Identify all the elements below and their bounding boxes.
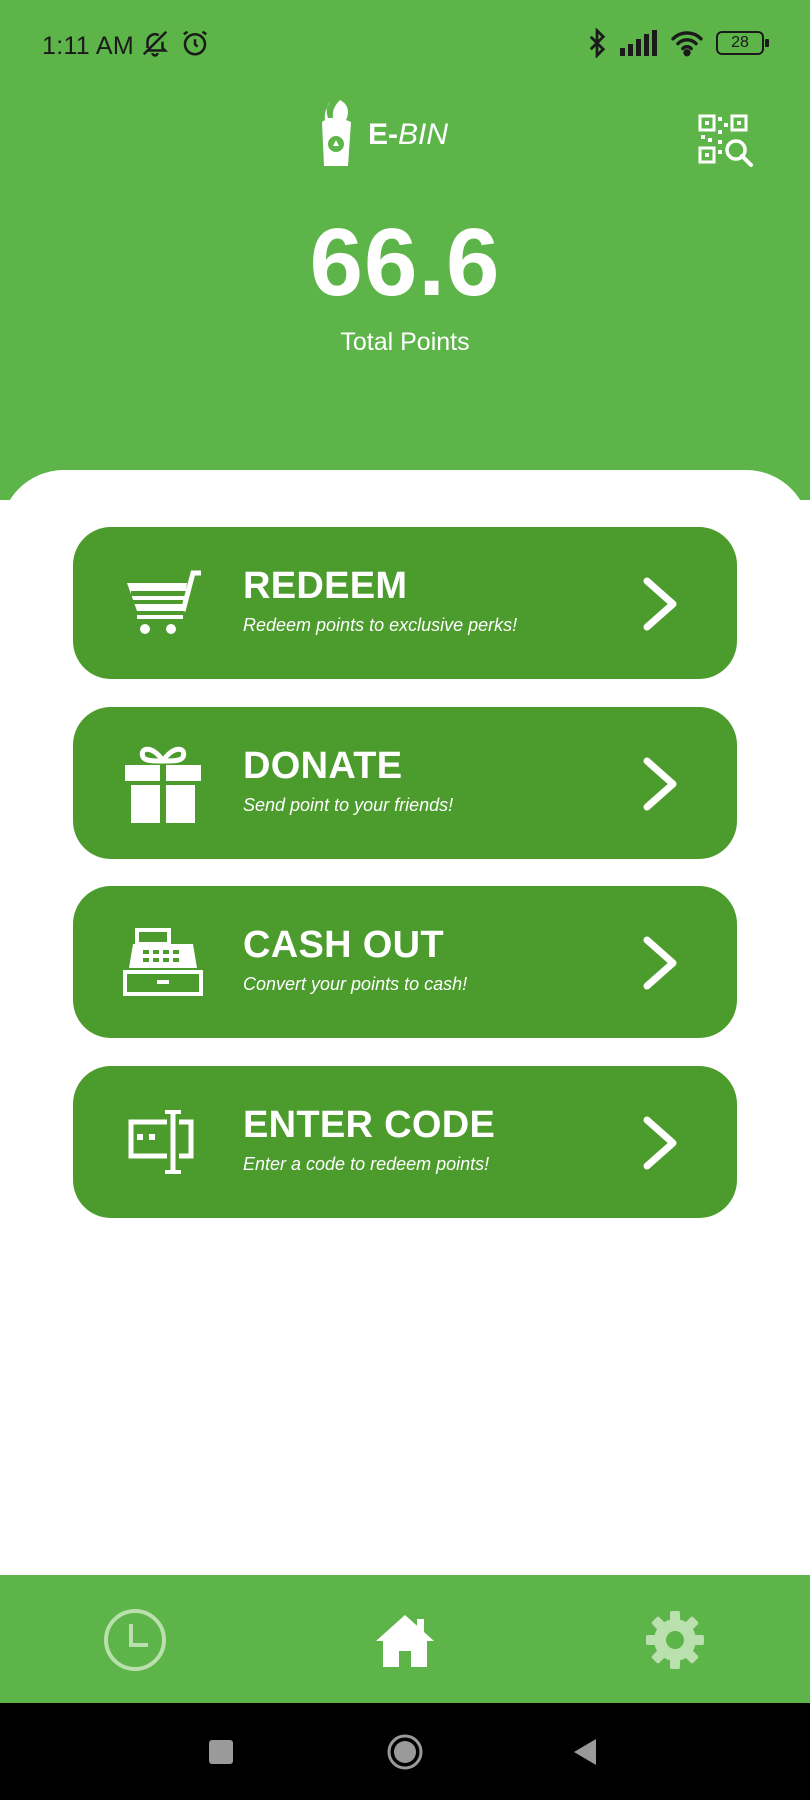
recycle-bin-logo-icon	[322, 100, 351, 166]
total-points-label: Total Points	[340, 328, 470, 356]
logo-text-bold: E-	[368, 118, 398, 151]
enter-code-title: ENTER CODE	[243, 1104, 496, 1146]
signal-icon	[620, 30, 657, 56]
code-entry-icon	[128, 1110, 194, 1174]
battery-icon: 28	[716, 31, 769, 55]
cash-register-icon	[123, 928, 203, 996]
donate-button[interactable]: DONATE Send point to your friends!	[73, 707, 737, 859]
donate-subtitle: Send point to your friends!	[243, 795, 454, 815]
system-navigation-bar	[0, 1703, 810, 1800]
cart-icon	[127, 570, 201, 634]
wifi-icon	[671, 31, 703, 57]
redeem-title: REDEEM	[243, 565, 408, 607]
settings-gear-icon[interactable]	[640, 1605, 710, 1675]
logo-text-italic: BIN	[398, 118, 449, 151]
chevron-right-icon	[643, 757, 677, 811]
chevron-right-icon	[643, 936, 677, 990]
enter-code-subtitle: Enter a code to redeem points!	[243, 1154, 490, 1174]
logo-text: E-BIN	[368, 118, 448, 152]
total-points-value: 66.6	[309, 209, 501, 316]
home-icon[interactable]	[370, 1605, 440, 1675]
enter-code-button[interactable]: ENTER CODE Enter a code to redeem points…	[73, 1066, 737, 1218]
app-logo: E-BIN	[316, 100, 448, 170]
redeem-subtitle: Redeem points to exclusive perks!	[243, 615, 518, 635]
history-clock-icon[interactable]	[100, 1605, 170, 1675]
status-bar: 1:11 AM 28	[0, 0, 810, 90]
redeem-button[interactable]: REDEEM Redeem points to exclusive perks!	[73, 527, 737, 679]
cash-out-button[interactable]: CASH OUT Convert your points to cash!	[73, 886, 737, 1038]
qr-scan-icon[interactable]	[698, 114, 754, 170]
cash-out-title: CASH OUT	[243, 924, 444, 966]
chevron-right-icon	[643, 577, 677, 631]
bottom-navigation	[0, 1575, 810, 1703]
gift-icon	[125, 746, 201, 823]
recents-square-icon[interactable]	[208, 1739, 234, 1765]
chevron-right-icon	[643, 1116, 677, 1170]
bluetooth-icon	[589, 28, 606, 58]
home-circle-icon[interactable]	[386, 1733, 424, 1771]
status-time: 1:11 AM	[42, 32, 134, 60]
bell-off-icon	[142, 30, 169, 57]
alarm-icon	[183, 30, 207, 56]
battery-level: 28	[731, 34, 749, 51]
donate-title: DONATE	[243, 745, 403, 787]
back-triangle-icon[interactable]	[572, 1737, 598, 1767]
cash-out-subtitle: Convert your points to cash!	[243, 974, 468, 994]
